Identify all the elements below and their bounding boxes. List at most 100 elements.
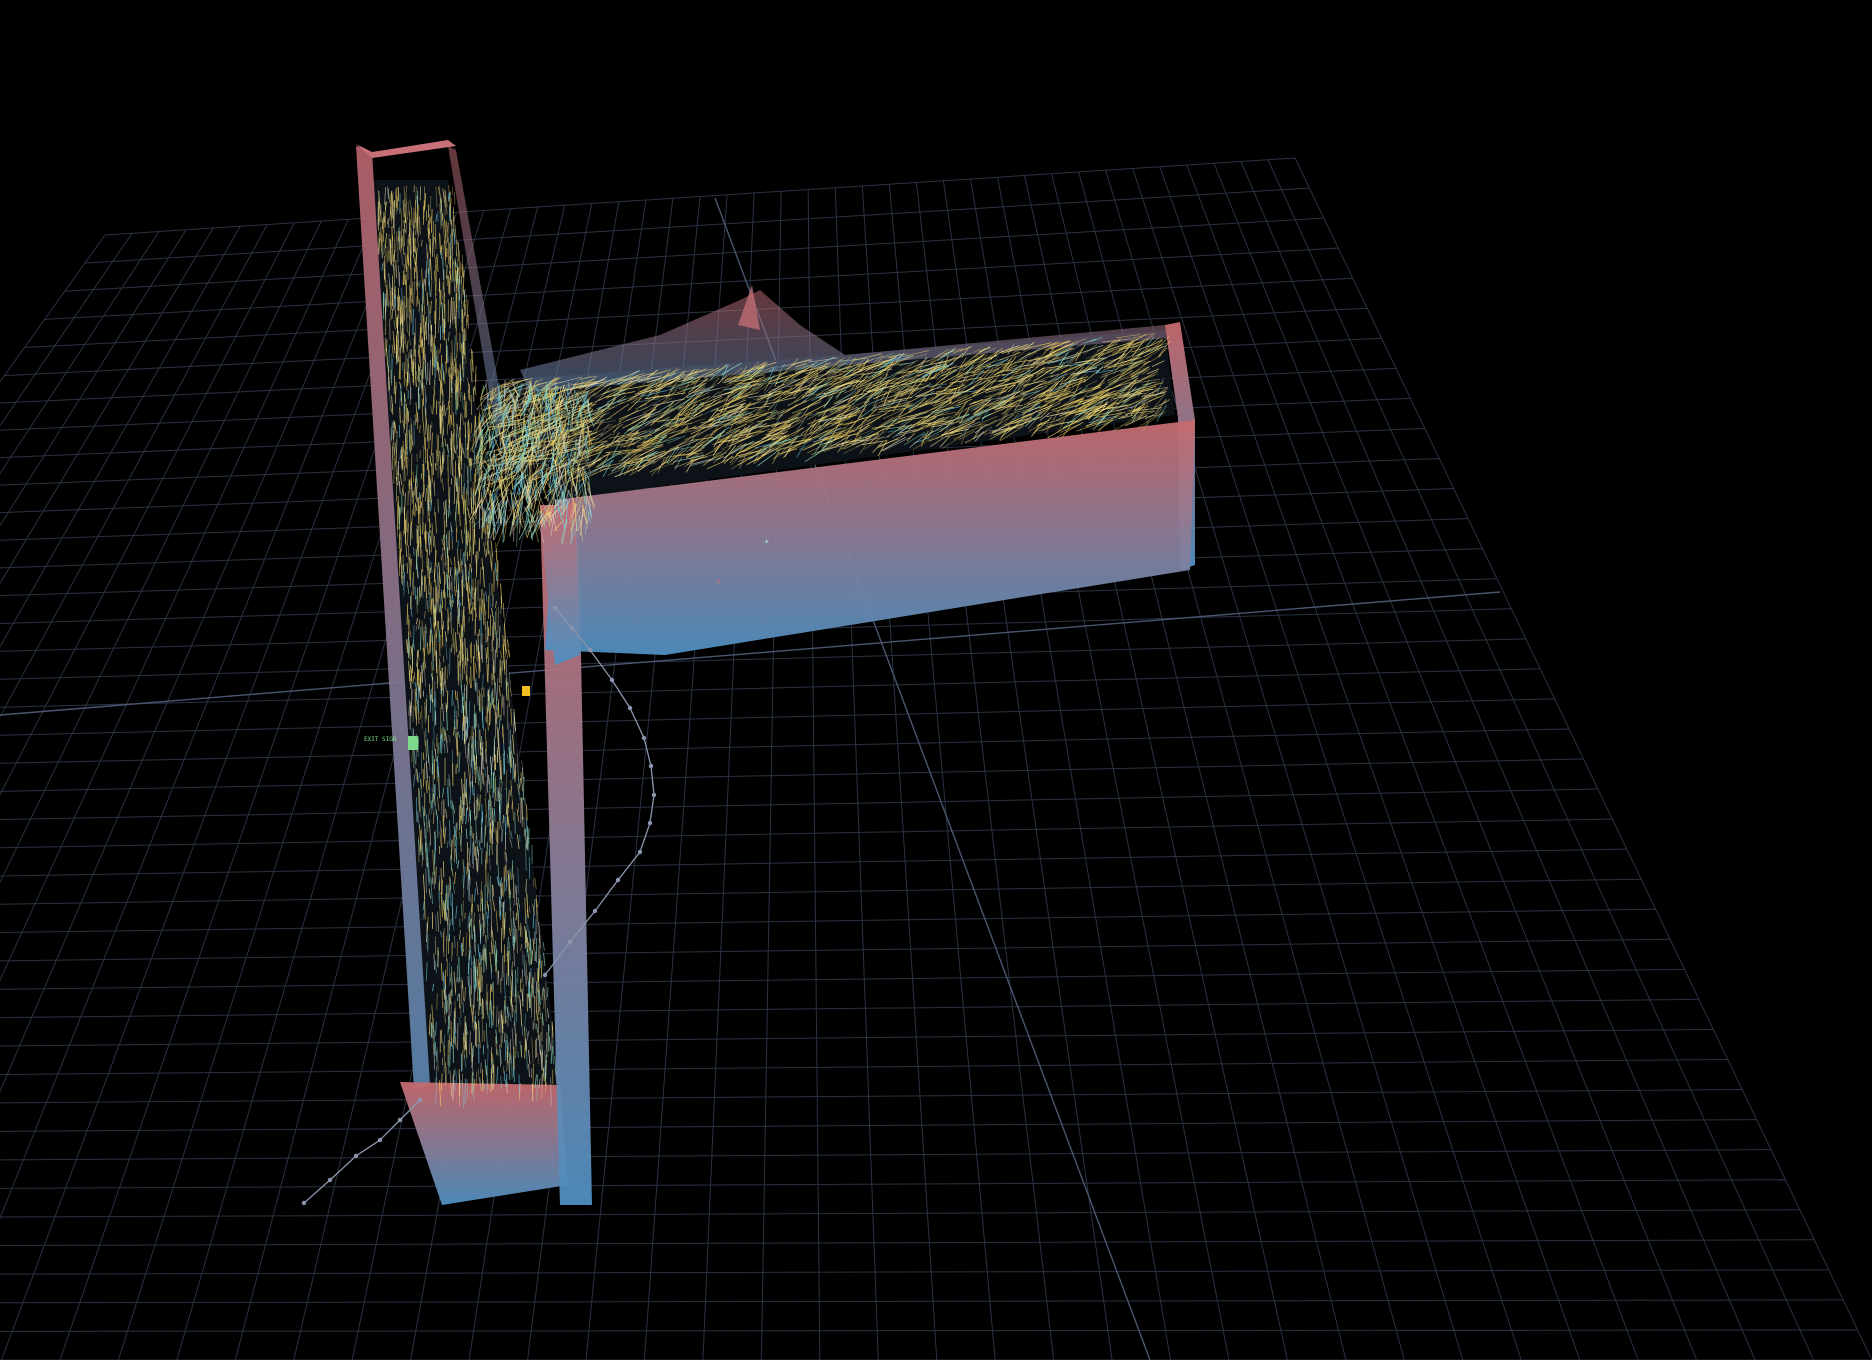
grid-line [104, 157, 1296, 236]
grid-line [0, 1269, 1829, 1275]
particle-streak [443, 215, 445, 224]
particle-streak [402, 270, 404, 286]
particle-streak [515, 885, 518, 905]
particle-streak [424, 437, 427, 464]
particle-streak [465, 1027, 467, 1035]
particle-streak [465, 1032, 468, 1059]
particle-streak [429, 567, 431, 574]
particle-streak [495, 542, 497, 561]
particle-streak [435, 1050, 438, 1063]
scene-canvas[interactable]: EXIT SIGN ✦ + [0, 0, 1872, 1360]
particle-streak [403, 301, 405, 321]
grid-line [0, 848, 1627, 877]
particle-streak [475, 835, 477, 844]
particle-streak [399, 407, 401, 424]
particle-streak [442, 441, 444, 462]
particle-streak [503, 602, 505, 618]
particle-streak [466, 674, 468, 700]
particle-streak [435, 264, 438, 292]
particle-streak [464, 422, 466, 438]
particle-streak [444, 743, 446, 754]
grid-line [0, 231, 160, 475]
grid-line [44, 247, 1339, 320]
particle-streak [479, 729, 481, 750]
particle-streak [428, 592, 430, 609]
particle-streak [526, 913, 528, 931]
particle-streak [452, 297, 454, 325]
grid-line [0, 998, 1699, 1019]
grid-line [0, 234, 106, 383]
particle-streak [433, 784, 436, 806]
particle-streak [455, 1070, 457, 1085]
grid-line [64, 217, 1324, 292]
particle-streak [388, 344, 390, 373]
particle-streak [448, 774, 450, 787]
particle-streak [493, 1063, 495, 1085]
particle-streak [423, 318, 425, 345]
particle-streak [457, 751, 459, 769]
grid-line [0, 1028, 1714, 1047]
particle-streak [528, 857, 531, 879]
particle-streak [496, 566, 499, 589]
grid-line [0, 788, 1598, 821]
particle-streak [455, 460, 457, 486]
corridor-vertical-top-edge [356, 140, 456, 158]
particle-streak [495, 827, 497, 843]
particle-streak [399, 316, 402, 326]
particle-streak [409, 425, 411, 452]
particle-streak [478, 629, 480, 636]
particle-streak [471, 1072, 473, 1094]
particle-streak [478, 962, 480, 990]
particle-streak [416, 486, 418, 503]
particle-streak [545, 981, 547, 1001]
grid-line [0, 1299, 1844, 1304]
particle-streak [414, 586, 416, 600]
corridor-horizontal[interactable] [510, 285, 1195, 665]
particle-streak [466, 657, 468, 681]
grid-line [0, 878, 1642, 905]
particle-streak [465, 294, 467, 316]
particle-streak [530, 986, 533, 1013]
particle-streak [485, 813, 487, 836]
particle-streak [457, 1022, 459, 1051]
grid-line [0, 1239, 1815, 1247]
particle-streak [505, 1039, 507, 1061]
particle-streak [547, 987, 549, 998]
particle-streak [389, 319, 391, 341]
3d-viewport[interactable]: EXIT SIGN ✦ + [0, 0, 1872, 1360]
particle-streak [456, 476, 459, 504]
grid-line [0, 219, 349, 982]
particle-streak [517, 1051, 519, 1058]
particle-streak [522, 767, 524, 780]
particle-streak [439, 642, 441, 657]
particle-streak [385, 322, 387, 336]
particle-streak [487, 626, 489, 641]
particle-streak [445, 353, 447, 375]
particle-streak [385, 300, 387, 316]
particle-streak [420, 626, 422, 651]
particle-streak [447, 236, 450, 265]
particle-streak [537, 945, 540, 964]
particle-streak [470, 422, 472, 434]
particle-streak [457, 242, 460, 263]
particle-streak [462, 300, 465, 308]
particle-streak [490, 582, 492, 596]
particle-streak [409, 210, 411, 235]
particle-streak [457, 589, 459, 608]
grid-line [0, 1179, 1786, 1189]
particle-streak [473, 455, 475, 468]
particle-streak [451, 689, 453, 706]
particle-streak [470, 666, 472, 689]
particle-streak [392, 254, 395, 267]
grid-line [0, 758, 1584, 792]
grid-line [0, 1089, 1743, 1104]
particle-streak [506, 973, 508, 985]
particle-streak [480, 881, 483, 894]
particle-streak [456, 763, 458, 774]
grid-line [0, 224, 268, 718]
particle-streak [392, 207, 394, 221]
particle-streak [409, 524, 412, 546]
particle-streak [415, 750, 417, 765]
particle-streak [509, 679, 512, 692]
particle-streak [430, 600, 432, 610]
